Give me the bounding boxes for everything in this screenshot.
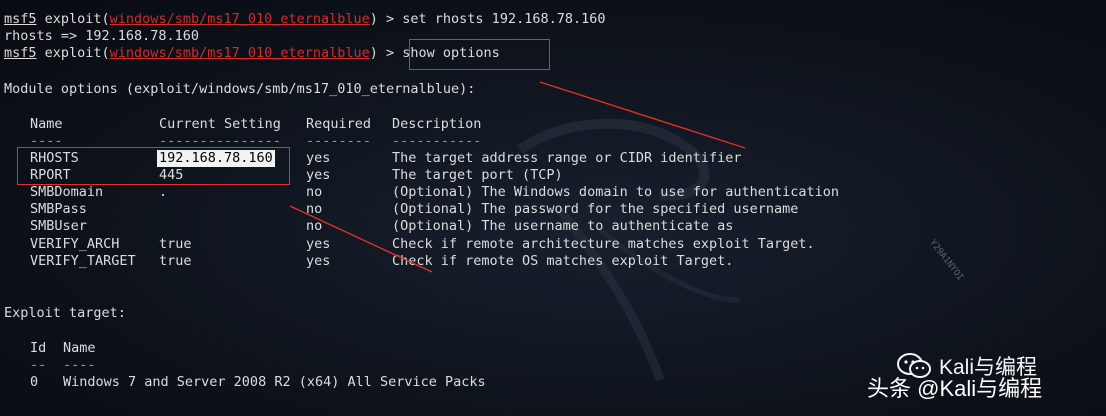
option-desc-verify-target: Check if remote OS matches exploit Targe… [392, 253, 734, 269]
target-dash-id: -- [30, 357, 47, 373]
column-header-required: Required [306, 116, 372, 132]
option-desc-smbpass: (Optional) The password for the specifie… [392, 201, 799, 217]
annotation-box-rhosts-rport [17, 147, 290, 185]
target-dash-name: ---- [63, 357, 96, 373]
column-header-description: Description [392, 116, 482, 132]
rotated-side-text: Y29A1NYOI [927, 238, 966, 283]
option-required-smbdomain: no [306, 184, 323, 200]
option-desc-smbuser: (Optional) The username to authenticate … [392, 218, 734, 234]
output-rhosts: rhosts => 192.168.78.160 [4, 28, 200, 44]
module-options-header: Module options (exploit/windows/smb/ms17… [4, 81, 476, 97]
option-name-smbuser: SMBUser [30, 218, 87, 234]
watermark-toutiao: 头条 @Kali与编程 [867, 376, 1043, 401]
column-header-current: Current Setting [159, 116, 281, 132]
option-value-verify-arch: true [159, 236, 192, 252]
annotation-line-1 [539, 81, 746, 149]
option-required-smbpass: no [306, 201, 323, 217]
target-column-name: Name [63, 340, 96, 356]
option-required-smbuser: no [306, 218, 323, 234]
option-desc-verify-arch: Check if remote architecture matches exp… [392, 236, 815, 252]
option-value-verify-target: true [159, 253, 192, 269]
annotation-box-show-options [409, 39, 550, 70]
target-column-id: Id [30, 340, 47, 356]
terminal-window[interactable]: msf5 exploit(windows/smb/ms17_010_eterna… [0, 0, 1106, 416]
dash-required: -------- [306, 133, 372, 149]
option-required-rport: yes [306, 167, 331, 183]
column-header-name: Name [30, 116, 63, 132]
option-desc-rport: The target port (TCP) [392, 167, 563, 183]
option-name-smbdomain: SMBDomain [30, 184, 104, 200]
option-required-verify-target: yes [306, 253, 331, 269]
option-value-smbdomain: . [159, 184, 168, 200]
option-desc-smbdomain: (Optional) The Windows domain to use for… [392, 184, 840, 200]
dash-description: ----------- [392, 133, 482, 149]
option-name-verify-target: VERIFY_TARGET [30, 253, 136, 269]
option-required-verify-arch: yes [306, 236, 331, 252]
option-required-rhosts: yes [306, 150, 331, 166]
command-line-1: msf5 exploit(windows/smb/ms17_010_eterna… [4, 11, 606, 27]
target-id-0: 0 [30, 374, 39, 390]
option-name-smbpass: SMBPass [30, 201, 87, 217]
option-desc-rhosts: The target address range or CIDR identif… [392, 150, 742, 166]
exploit-target-header: Exploit target: [4, 305, 126, 321]
option-name-verify-arch: VERIFY_ARCH [30, 236, 120, 252]
command-set-rhosts: set rhosts 192.168.78.160 [402, 11, 606, 27]
target-name-0: Windows 7 and Server 2008 R2 (x64) All S… [63, 374, 486, 390]
